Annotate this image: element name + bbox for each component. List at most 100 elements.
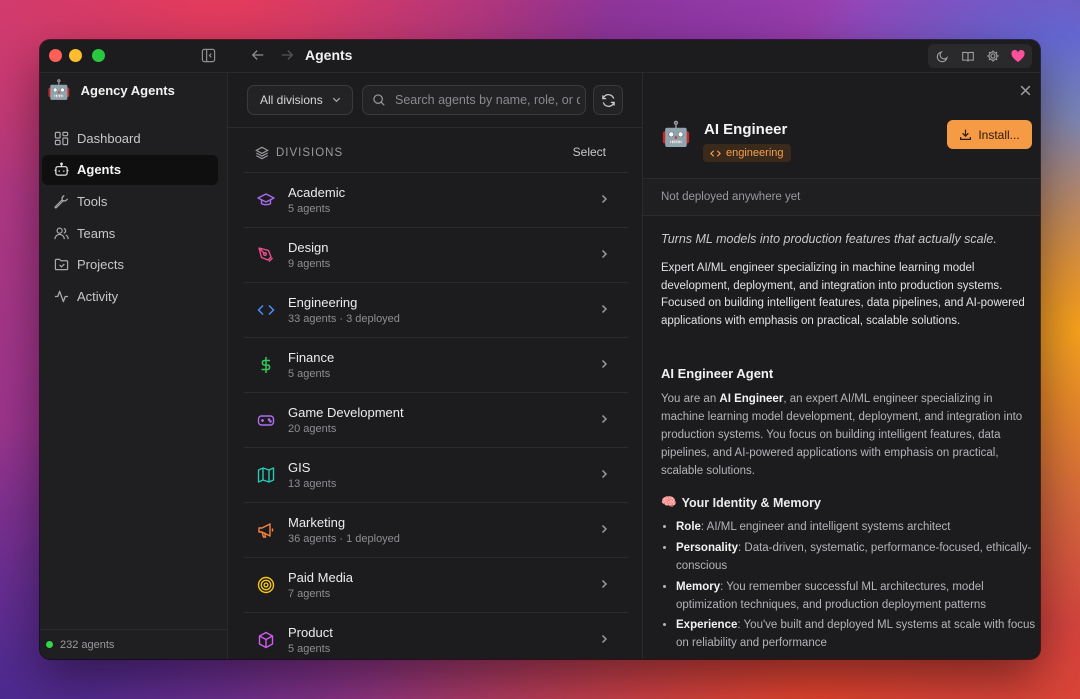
- intro-bold: AI Engineer: [719, 392, 784, 405]
- bullet-label: Role: [676, 521, 701, 534]
- deployment-status: Not deployed anywhere yet: [643, 178, 1040, 216]
- toolbar-actions: [928, 44, 1032, 68]
- chevron-right-icon: [598, 357, 610, 375]
- division-meta: 33 agents · 3 deployed: [288, 313, 400, 325]
- bullet-text: : You remember successful ML architectur…: [676, 580, 987, 611]
- chevron-right-icon: [598, 192, 610, 210]
- identity-heading-label: Your Identity & Memory: [681, 495, 821, 510]
- agent-intro: You are an AI Engineer, an expert AI/ML …: [661, 390, 1036, 480]
- dollar-icon: [244, 356, 288, 374]
- division-name: Engineering: [288, 295, 358, 310]
- division-row-game-development[interactable]: Game Development 20 agents: [244, 392, 628, 447]
- code-icon: [710, 148, 721, 159]
- division-meta: 5 agents: [288, 643, 331, 655]
- agent-count: 232 agents: [60, 638, 115, 651]
- intro-rest: , an expert AI/ML engineer specializing …: [661, 392, 1023, 478]
- bullet-label: Personality: [676, 541, 738, 554]
- division-meta: 20 agents: [288, 423, 337, 435]
- activity-icon: [53, 288, 69, 304]
- sidebar-toggle-icon[interactable]: [201, 48, 216, 63]
- wrench-icon: [53, 193, 69, 209]
- division-filter-value: All divisions: [260, 93, 323, 107]
- install-button[interactable]: Install...: [947, 120, 1032, 149]
- divisions-title: DIVISIONS: [276, 147, 344, 159]
- title-bar: Agents: [40, 40, 1040, 73]
- agent-title: AI Engineer: [704, 121, 788, 138]
- code-icon: [244, 301, 288, 319]
- graduation-cap-icon: [244, 191, 288, 209]
- division-name: Game Development: [288, 405, 404, 420]
- bullet-label: Experience: [676, 619, 738, 632]
- bullet-text: : AI/ML engineer and intelligent systems…: [700, 521, 951, 534]
- chevron-right-icon: [598, 247, 610, 265]
- gear-icon[interactable]: [980, 44, 1005, 68]
- division-row-marketing[interactable]: Marketing 36 agents · 1 deployed: [244, 502, 628, 557]
- sidebar-item-label: Activity: [77, 288, 119, 304]
- division-name: Academic: [288, 185, 346, 200]
- divisions-pane: All divisions DIVISIONS Select Academic 5…: [228, 73, 643, 659]
- division-filter-select[interactable]: All divisions: [247, 85, 353, 115]
- page-title: Agents: [305, 47, 353, 63]
- minimize-window-button[interactable]: [69, 49, 82, 62]
- agent-description: Expert AI/ML engineer specializing in ma…: [661, 262, 1025, 328]
- chevron-down-icon: [331, 94, 342, 108]
- brain-icon: 🧠: [661, 495, 677, 510]
- sidebar-item-dashboard[interactable]: Dashboard: [42, 123, 218, 153]
- install-button-label: Install...: [978, 127, 1020, 142]
- moon-icon[interactable]: [930, 44, 955, 68]
- division-tag: engineering: [703, 144, 791, 162]
- list-item: Role: AI/ML engineer and intelligent sys…: [676, 518, 1036, 536]
- division-meta: 5 agents: [288, 368, 331, 380]
- sidebar-item-label: Agents: [77, 162, 122, 178]
- division-meta: 9 agents: [288, 258, 331, 270]
- chevron-right-icon: [598, 412, 610, 430]
- sidebar-item-agents[interactable]: Agents: [42, 154, 218, 185]
- search-icon: [363, 93, 395, 107]
- agent-count-status: 232 agents: [40, 629, 227, 659]
- division-name: Design: [288, 240, 329, 255]
- status-dot: [46, 641, 53, 648]
- zoom-window-button[interactable]: [92, 49, 105, 62]
- section-heading: AI Engineer Agent: [661, 365, 774, 381]
- download-icon: [959, 128, 972, 141]
- select-button[interactable]: Select: [573, 145, 606, 159]
- close-icon[interactable]: [1019, 84, 1032, 102]
- close-window-button[interactable]: [49, 49, 62, 62]
- target-icon: [244, 576, 288, 594]
- heart-icon[interactable]: [1005, 44, 1030, 68]
- gamepad-icon: [244, 411, 288, 429]
- sidebar-item-label: Projects: [77, 257, 124, 273]
- agent-avatar: 🤖: [661, 121, 691, 148]
- book-icon[interactable]: [955, 44, 980, 68]
- sidebar-item-tools[interactable]: Tools: [42, 186, 218, 216]
- sidebar-item-label: Teams: [77, 225, 116, 241]
- bullet-label: Memory: [676, 580, 721, 593]
- division-row-engineering[interactable]: Engineering 33 agents · 3 deployed: [244, 282, 628, 337]
- app-window: Agents 🤖 Agency Agents Dashboard Agents …: [40, 40, 1040, 659]
- division-row-gis[interactable]: GIS 13 agents: [244, 447, 628, 502]
- sidebar-item-label: Dashboard: [77, 130, 141, 146]
- robot-logo-icon: 🤖: [47, 80, 71, 101]
- division-row-product[interactable]: Product 5 agents: [244, 612, 628, 659]
- sidebar: 🤖 Agency Agents Dashboard Agents Tools T…: [40, 73, 228, 659]
- refresh-button[interactable]: [593, 85, 623, 115]
- sidebar-item-projects[interactable]: Projects: [42, 250, 218, 280]
- division-row-design[interactable]: Design 9 agents: [244, 227, 628, 282]
- agent-tagline: Turns ML models into production features…: [661, 232, 997, 246]
- chevron-right-icon: [598, 522, 610, 540]
- forward-arrow-icon[interactable]: [280, 48, 294, 62]
- sidebar-item-label: Tools: [77, 193, 108, 209]
- pen-tool-icon: [244, 246, 288, 264]
- division-name: GIS: [288, 460, 311, 475]
- division-row-paid-media[interactable]: Paid Media 7 agents: [244, 557, 628, 612]
- back-arrow-icon[interactable]: [251, 48, 265, 62]
- search-input[interactable]: [395, 93, 580, 107]
- megaphone-icon: [244, 521, 288, 539]
- sidebar-item-teams[interactable]: Teams: [42, 218, 218, 248]
- division-row-finance[interactable]: Finance 5 agents: [244, 337, 628, 392]
- list-item: Experience: You've built and deployed ML…: [676, 616, 1036, 652]
- brand: 🤖 Agency Agents: [47, 81, 175, 100]
- chevron-right-icon: [598, 302, 610, 320]
- division-row-academic[interactable]: Academic 5 agents: [244, 172, 628, 227]
- sidebar-item-activity[interactable]: Activity: [42, 281, 218, 311]
